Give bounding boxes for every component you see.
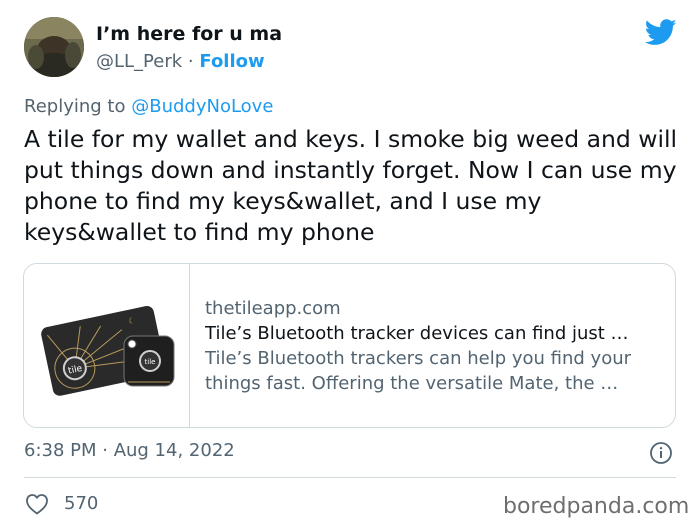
reply-to-link[interactable]: @BuddyNoLove: [131, 96, 273, 117]
link-card[interactable]: tile ☾ tile thetileapp.com Tile’s Blueto…: [23, 263, 676, 428]
card-title: Tile’s Bluetooth tracker devices can fin…: [205, 323, 629, 344]
card-domain: thetileapp.com: [205, 298, 341, 319]
twitter-bird-icon[interactable]: [644, 19, 677, 47]
handle-line: @LL_Perk · Follow: [96, 51, 265, 72]
heart-icon[interactable]: [25, 493, 49, 515]
card-image: tile ☾ tile: [24, 264, 190, 427]
timestamp[interactable]: 6:38 PM · Aug 14, 2022: [24, 440, 235, 461]
tile-mate-logo-text: tile: [145, 358, 156, 366]
avatar[interactable]: [24, 17, 84, 77]
card-description: Tile’s Bluetooth trackers can help you f…: [205, 348, 632, 394]
separator-dot: ·: [187, 51, 194, 72]
watermark: boredpanda.com: [503, 494, 690, 519]
reply-prefix: Replying to: [24, 96, 126, 117]
display-name[interactable]: I’m here for u ma: [96, 23, 282, 45]
card-body: thetileapp.com Tile’s Bluetooth tracker …: [205, 296, 665, 396]
like-count: 570: [64, 493, 99, 514]
divider: [24, 477, 676, 478]
follow-button[interactable]: Follow: [199, 51, 264, 72]
tweet-text: A tile for my wallet and keys. I smoke b…: [24, 125, 678, 246]
reply-context: Replying to @BuddyNoLove: [24, 96, 273, 117]
info-icon[interactable]: [649, 441, 673, 465]
user-handle[interactable]: @LL_Perk: [96, 51, 182, 72]
